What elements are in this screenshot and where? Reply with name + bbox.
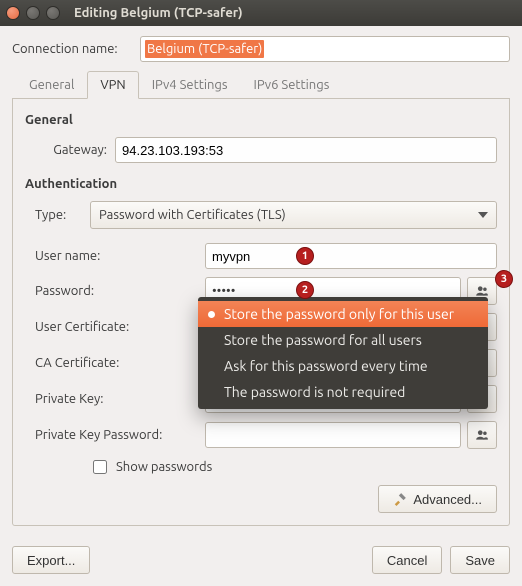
dialog-footer: Export... Cancel Save [0, 536, 522, 586]
callout-badge-1: 1 [296, 247, 314, 265]
username-label: User name: [35, 249, 205, 263]
menu-item-not-required[interactable]: The password is not required [198, 379, 488, 405]
auth-type-combo[interactable]: Password with Certificates (TLS) [90, 201, 497, 229]
callout-badge-2: 2 [296, 281, 314, 299]
menu-item-ask-every-time[interactable]: Ask for this password every time [198, 353, 488, 379]
auth-type-value: Password with Certificates (TLS) [99, 208, 286, 222]
cacert-label: CA Certificate: [35, 356, 205, 370]
section-auth-heading: Authentication [25, 177, 497, 191]
window-title: Editing Belgium (TCP-safer) [74, 6, 243, 20]
password-storage-menu: Store the password only for this user St… [198, 297, 488, 409]
show-passwords-label: Show passwords [116, 460, 212, 474]
gateway-label: Gateway: [35, 143, 115, 157]
privkeypass-input[interactable] [205, 422, 461, 448]
maximize-window-icon[interactable] [46, 6, 60, 20]
password-value: ••••• [212, 284, 235, 298]
advanced-label: Advanced... [413, 492, 482, 507]
tabstrip: General VPN IPv4 Settings IPv6 Settings [12, 70, 510, 99]
menu-item-store-all-users[interactable]: Store the password for all users [198, 327, 488, 353]
tab-vpn[interactable]: VPN [87, 71, 138, 99]
users-icon [475, 428, 489, 442]
minimize-window-icon[interactable] [26, 6, 40, 20]
users-icon [475, 284, 489, 298]
tab-ipv6[interactable]: IPv6 Settings [241, 71, 343, 99]
connection-name-label: Connection name: [12, 42, 140, 56]
section-general-heading: General [25, 113, 497, 127]
close-window-icon[interactable] [6, 6, 20, 20]
advanced-button[interactable]: Advanced... [378, 485, 497, 513]
cancel-button[interactable]: Cancel [372, 546, 442, 574]
titlebar: Editing Belgium (TCP-safer) [0, 0, 522, 26]
password-label: Password: [35, 284, 205, 298]
show-passwords-checkbox[interactable] [93, 460, 107, 474]
radio-selected-icon [208, 311, 215, 318]
export-button[interactable]: Export... [12, 546, 90, 574]
tools-icon [393, 492, 407, 506]
tab-general[interactable]: General [16, 71, 87, 99]
connection-name-input[interactable]: Belgium (TCP-safer) [140, 36, 510, 62]
menu-item-store-this-user[interactable]: Store the password only for this user [198, 301, 488, 327]
callout-badge-3: 3 [495, 270, 513, 288]
privkeypass-label: Private Key Password: [35, 428, 205, 442]
connection-name-value: Belgium (TCP-safer) [145, 40, 264, 58]
usercert-label: User Certificate: [35, 320, 205, 334]
type-label: Type: [35, 208, 90, 222]
tab-ipv4[interactable]: IPv4 Settings [139, 71, 241, 99]
gateway-input[interactable] [115, 137, 497, 163]
username-input[interactable] [205, 243, 497, 269]
privkeypass-storage-button[interactable] [467, 421, 497, 449]
chevron-down-icon [478, 212, 488, 218]
privkey-label: Private Key: [35, 392, 205, 406]
save-button[interactable]: Save [450, 546, 510, 574]
